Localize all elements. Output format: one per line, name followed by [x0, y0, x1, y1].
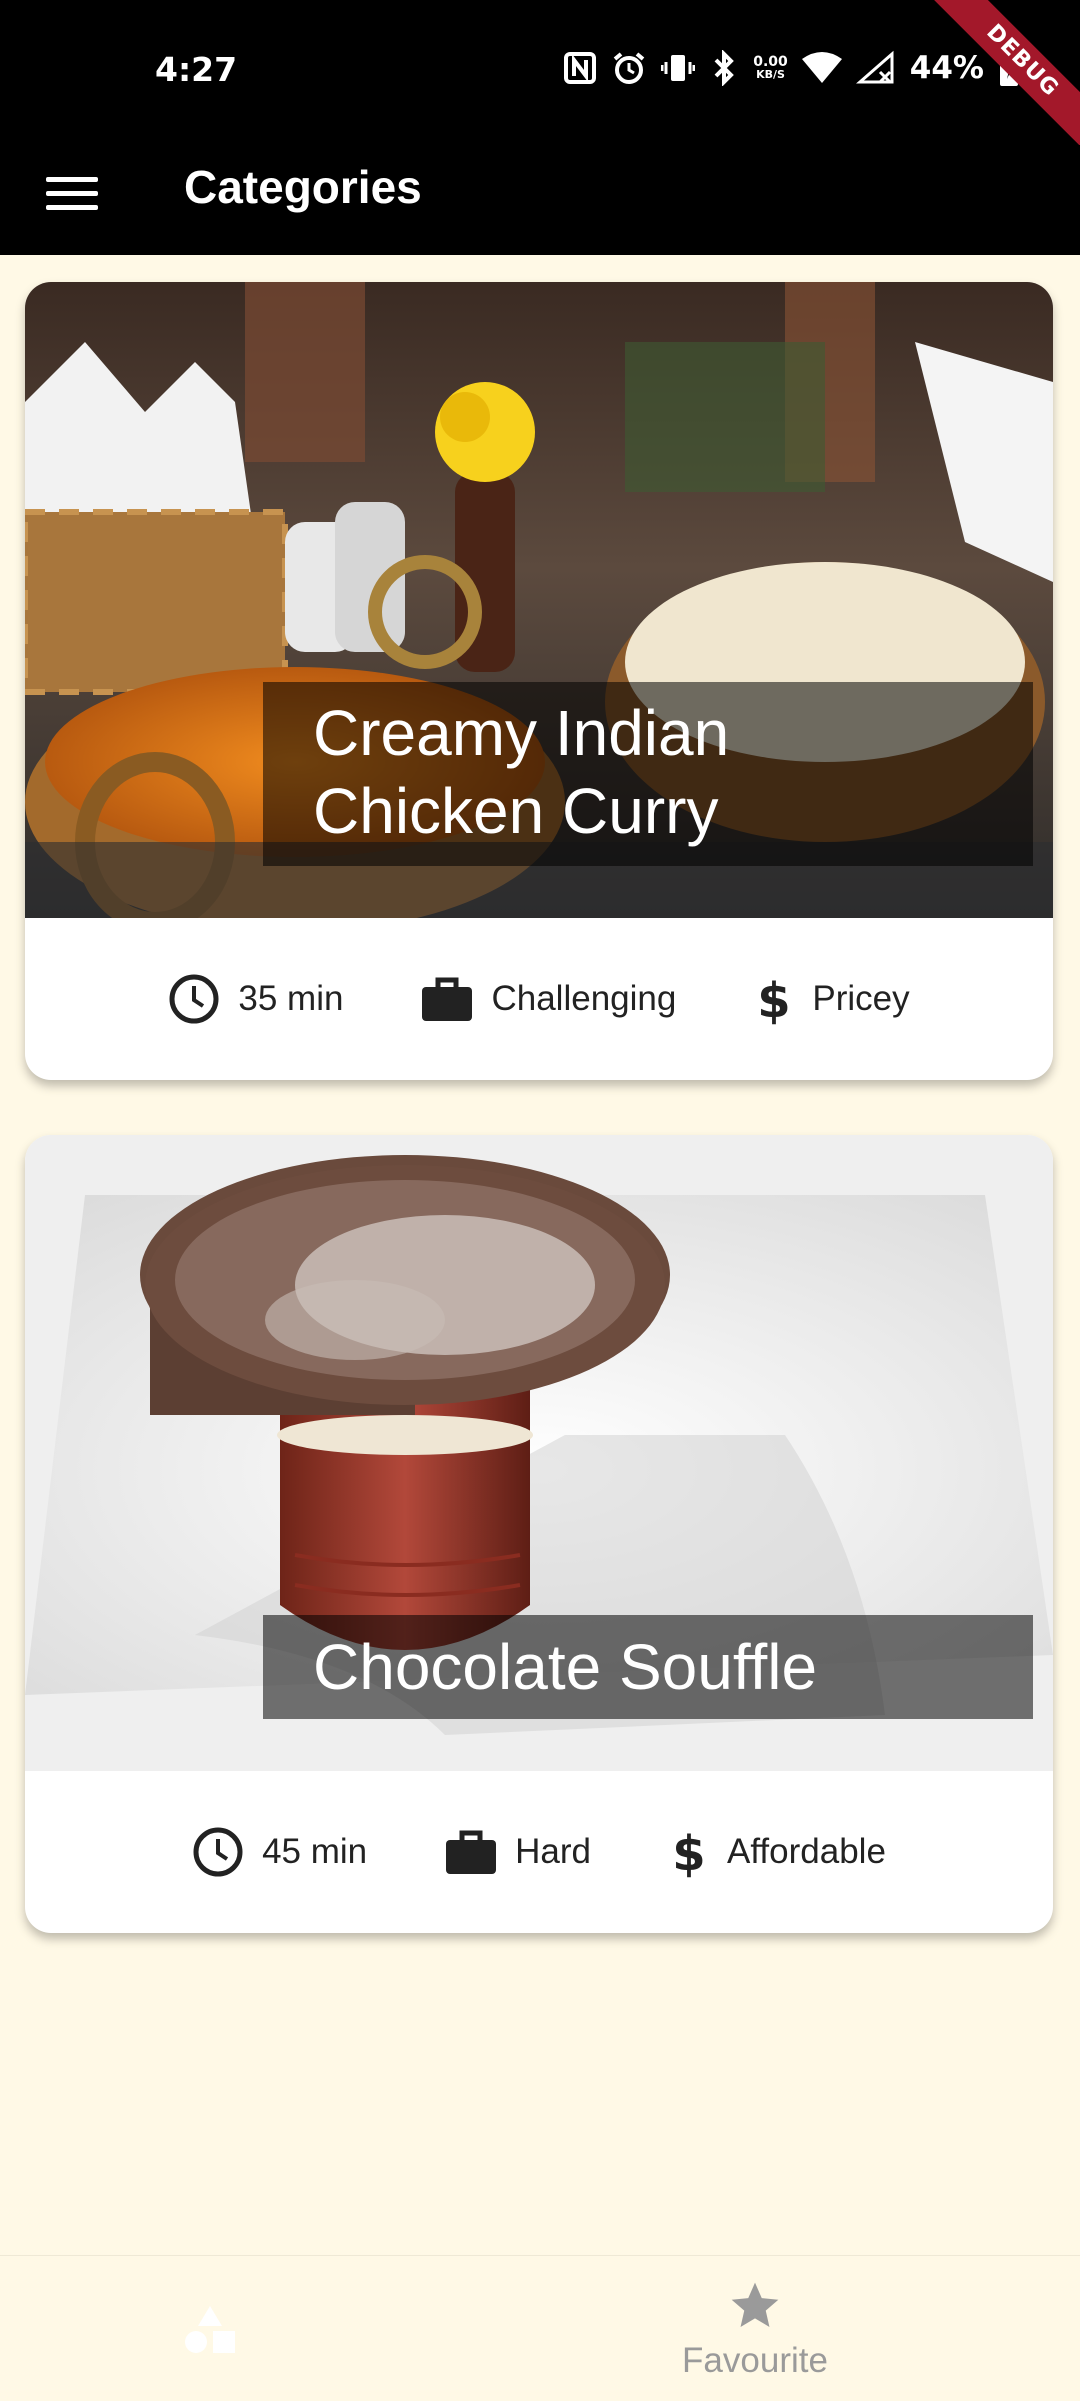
- affordability-info: $ Pricey: [754, 973, 910, 1025]
- network-speed: 0.00 KB/S: [753, 54, 788, 81]
- status-time: 4:27: [155, 50, 238, 89]
- clock-icon: [193, 1827, 243, 1877]
- bluetooth-icon: [714, 50, 735, 86]
- wifi-icon: [801, 52, 842, 83]
- briefcase-icon: [446, 1830, 497, 1874]
- nav-favourite[interactable]: Favourite: [670, 2278, 840, 2381]
- meal-card[interactable]: Chocolate Souffle 45 min Hard $ Affordab…: [25, 1135, 1053, 1933]
- affordability-text: Pricey: [812, 979, 910, 1018]
- page-title: Categories: [184, 161, 422, 213]
- meal-title: Creamy Indian Chicken Curry: [263, 682, 1033, 866]
- app-bar: Categories: [0, 145, 1080, 255]
- categories-icon: [185, 2306, 235, 2353]
- meal-info-row: 45 min Hard $ Affordable: [25, 1771, 1053, 1933]
- briefcase-icon: [422, 977, 473, 1021]
- status-bar: 4:27 0.00 KB/S 44% DEBUG: [0, 0, 1080, 160]
- duration-text: 35 min: [238, 979, 344, 1018]
- affordability-info: $ Affordable: [669, 1826, 886, 1878]
- meal-title: Chocolate Souffle: [263, 1615, 1033, 1719]
- battery-percent: 44%: [909, 50, 984, 86]
- no-signal-icon: [855, 50, 894, 84]
- complexity-info: Hard: [445, 1828, 591, 1876]
- nav-categories[interactable]: [180, 2298, 260, 2378]
- bottom-navigation: Favourite: [0, 2255, 1080, 2401]
- meal-image: Creamy Indian Chicken Curry: [25, 282, 1053, 918]
- star-icon: [731, 2282, 779, 2327]
- complexity-info: Challenging: [421, 975, 676, 1023]
- alarm-icon: [613, 52, 645, 84]
- svg-text:$: $: [672, 1826, 705, 1878]
- status-icons: 0.00 KB/S 44%: [563, 46, 1020, 90]
- svg-text:$: $: [758, 973, 791, 1025]
- favourite-label: Favourite: [682, 2341, 828, 2380]
- duration-info: 45 min: [192, 1826, 367, 1878]
- nfc-icon: [564, 52, 597, 84]
- complexity-text: Challenging: [491, 979, 677, 1018]
- duration-text: 45 min: [262, 1832, 368, 1871]
- meal-info-row: 35 min Challenging $ Pricey: [25, 918, 1053, 1080]
- meal-image: Chocolate Souffle: [25, 1135, 1053, 1771]
- vibrate-icon: [661, 55, 696, 81]
- dollar-icon: $: [672, 1826, 705, 1878]
- meal-card[interactable]: Creamy Indian Chicken Curry 35 min Chall…: [25, 282, 1053, 1080]
- duration-info: 35 min: [168, 973, 343, 1025]
- dollar-icon: $: [758, 973, 791, 1025]
- complexity-text: Hard: [515, 1832, 591, 1871]
- menu-icon[interactable]: [46, 167, 98, 219]
- clock-icon: [169, 974, 219, 1024]
- affordability-text: Affordable: [727, 1832, 886, 1871]
